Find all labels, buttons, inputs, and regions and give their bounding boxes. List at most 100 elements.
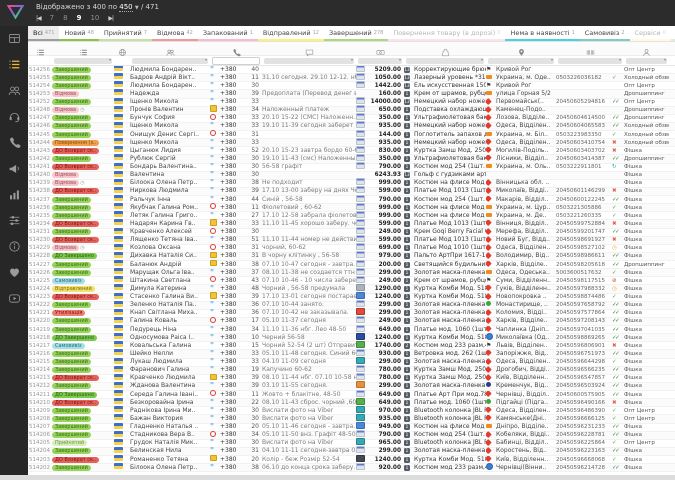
phone-number[interactable]: +380 [220,212,246,220]
app-logo-icon[interactable] [7,4,24,19]
ttn-number[interactable]: 20450596547857 [556,374,612,382]
phone-filter-input[interactable] [212,57,260,65]
ttn-number[interactable]: 0503226036182 [556,74,612,82]
ttn-number[interactable]: 20450603414387 [556,155,612,163]
phone-number[interactable]: +380 [220,261,246,269]
comment-filter-select[interactable] [264,58,354,64]
ttn-number[interactable]: 20450603403702 [556,147,612,155]
phone-number[interactable]: +380 [220,342,246,350]
payment-filter-select[interactable] [358,58,402,64]
phone-number[interactable]: +380 [220,447,246,455]
delivery-filter-select[interactable] [488,58,554,64]
ttn-number[interactable]: 0503222911801 [556,163,612,171]
phone-number[interactable]: +380 [220,228,246,236]
phone-number[interactable]: +380 [220,374,246,382]
phone-number[interactable]: +380 [220,155,246,163]
ttn-filter-select[interactable] [558,58,622,64]
phone-number[interactable]: +380 [220,423,246,431]
tab-завершений[interactable]: Завершений278 [324,26,388,41]
phone-number[interactable]: +380 [220,106,246,114]
ttn-number[interactable]: 20450598869265 [556,334,612,342]
phone-number[interactable]: +380 [220,391,246,399]
page-number-8[interactable]: 8 [63,14,67,22]
ttn-number[interactable]: 20450598117515 [556,277,612,285]
ttn-number[interactable]: 20450596223163 [556,447,612,455]
sidebar-item-partners[interactable] [0,260,28,286]
ttn-number[interactable]: 20450596503924 [556,382,612,390]
sidebar-item-marketing[interactable] [0,156,28,182]
phone-number[interactable]: +380 [220,179,246,187]
ttn-number[interactable]: 20450596231233 [556,423,612,431]
country-column-header[interactable] [114,42,130,61]
sidebar-item-statistics[interactable] [0,182,28,208]
phone-number[interactable]: +380 [220,163,246,171]
phone-number[interactable]: +380 [220,220,246,228]
ttn-number[interactable]: 20450604614500 [556,114,612,122]
ttn-number[interactable]: 20450596486390 [556,407,612,415]
phone-number[interactable]: +380 [220,196,246,204]
phone-number[interactable]: +380 [220,399,246,407]
ttn-number[interactable]: 20450599201747 [556,228,612,236]
ttn-number[interactable]: 0503223983350 [556,131,612,139]
ttn-number[interactable]: 20450597041035 [556,326,612,334]
tab-відправлений[interactable]: Відправлений12 [258,26,324,41]
tab-в-дорозі-додому[interactable]: В дорозі додому0 [671,26,675,41]
sidebar-item-clients[interactable] [0,78,28,104]
phone-number[interactable]: +380 [220,415,246,423]
ttn-number[interactable]: 5003600517632 [556,269,612,277]
last-page-button[interactable]: ▶| [108,15,113,22]
ttn-number[interactable]: 20450596751973 [556,350,612,358]
phone-number[interactable]: +380 [220,187,246,195]
phone-number[interactable]: +380 [220,309,246,317]
phone-number[interactable]: +380 [220,456,246,464]
phone-number[interactable]: +380 [220,382,246,390]
ttn-number[interactable]: 0503221305886 [556,204,612,212]
phone-number[interactable]: +380 [220,131,246,139]
tab-повернення-товару-в-дорозі-[interactable]: Повернення товару (в дорозі)0 [388,26,505,41]
ttn-number[interactable]: 20450597208143 [556,317,612,325]
client-filter-select[interactable] [132,58,208,64]
phone-number[interactable]: +380 [220,252,246,260]
phone-number[interactable]: +380 [220,244,246,252]
product-filter-select[interactable] [406,58,484,64]
phone-number[interactable]: +380 [220,236,246,244]
phone-number[interactable]: +380 [220,82,246,90]
ttn-number[interactable]: 20450598691927 [556,236,612,244]
phone-number[interactable]: +380 [220,285,246,293]
ttn-number[interactable]: 0503221260335 [556,212,612,220]
sidebar-item-info[interactable] [0,234,28,260]
ttn-number[interactable]: 20450596228781 [556,431,612,439]
ttn-number[interactable]: 20450596490166 [556,399,612,407]
phone-number[interactable]: +380 [220,301,246,309]
ttn-number[interactable]: 20450597988332 [556,285,612,293]
phone-number[interactable]: +380 [220,334,246,342]
tab-прийнятий[interactable]: Прийнятий7 [99,26,152,41]
phone-number[interactable]: +380 [220,122,246,130]
sidebar-item-orders[interactable] [0,52,28,78]
id-column-header[interactable] [28,42,52,61]
ttn-number[interactable]: 20450598986611 [556,252,612,260]
phone-number[interactable]: +380 [220,277,246,285]
records-shown-to[interactable]: 450 [119,3,132,12]
phone-number[interactable]: +380 [220,98,246,106]
ttn-number[interactable]: 20450596225864 [556,439,612,447]
page-number-7[interactable]: 7 [50,14,54,22]
tab-сервіси[interactable]: Сервіси0 [630,26,671,41]
sidebar-item-settings[interactable] [0,208,28,234]
page-number-10[interactable]: 10 [90,14,99,22]
phone-number[interactable]: +380 [220,439,246,447]
order-row-514202[interactable]: 514202ЗавершенийБілоока Олена Петр..*+38… [28,464,675,472]
phone-number[interactable]: +380 [220,139,246,147]
ttn-number[interactable]: 20450597658792 [556,301,612,309]
ttn-number[interactable]: 20450596668068 [556,456,612,464]
bottom-scrollbar[interactable] [0,475,675,480]
tab-всі[interactable]: Всі471 [28,26,59,41]
ttn-number[interactable]: 20450599752884 [556,220,612,228]
phone-number[interactable]: +380 [220,293,246,301]
ttn-number[interactable]: 20450601146299 [556,187,612,195]
phone-number[interactable]: +380 [220,66,246,74]
ttn-number[interactable]: 20450603410754 [556,139,612,147]
ttn-number[interactable]: 20450596806901 [556,342,612,350]
phone-number[interactable]: +380 [220,269,246,277]
phone-number[interactable]: +380 [220,326,246,334]
